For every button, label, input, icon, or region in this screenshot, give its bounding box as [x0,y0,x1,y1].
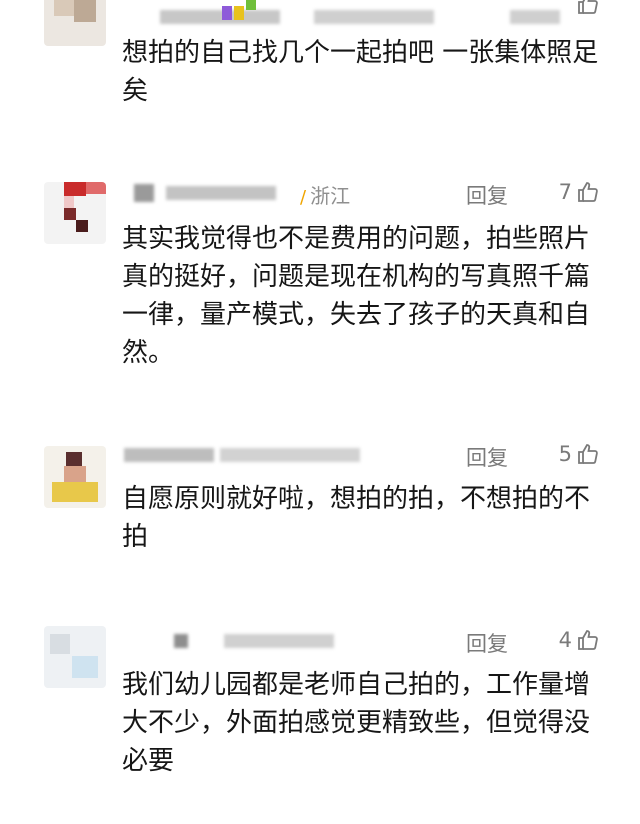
username-blurred [134,184,154,202]
location-mark-icon: / [300,187,307,208]
reply-button[interactable]: 回复 [466,628,508,658]
comment-text: 其实我觉得也不是费用的问题，拍些照片真的挺好，问题是现在机构的写真照千篇一律，量… [122,224,591,368]
avatar[interactable] [44,446,106,508]
like-button[interactable]: 5 [559,442,600,466]
badge-blurred [234,6,244,20]
like-count: 4 [558,628,572,652]
like-count: 5 [558,442,572,466]
username-blurred [166,186,276,200]
like-button[interactable]: 4 [559,628,600,652]
username-blurred [174,634,188,648]
thumbs-up-icon [578,630,598,650]
reply-button[interactable]: 回复 [466,180,508,210]
meta-blurred [224,634,334,648]
thumbs-up-icon [578,444,598,464]
comment-text: 自愿原则就好啦，想拍的拍，不想拍的不拍 [122,484,591,552]
like-button[interactable] [576,0,600,16]
location-tag: / 浙江 [300,184,351,208]
comment-meta: 回复 4 [124,628,624,658]
comment-meta: 回复 5 [124,442,624,472]
like-button[interactable]: 7 [559,180,600,204]
comment-text: 我们幼儿园都是老师自己拍的，工作量增大不少，外面拍感觉更精致些，但觉得没必要 [122,670,591,776]
comment-meta [124,0,624,34]
reply-button[interactable]: 回复 [466,442,508,472]
badge-blurred [222,6,232,20]
comment-meta: / 浙江 回复 7 [124,180,624,210]
comment-item: / 浙江 回复 7 其实我觉得也不是费用的问题，拍些照片真的挺好，问题是现在机构的… [0,178,640,378]
avatar[interactable] [44,626,106,688]
username-blurred [160,10,280,24]
username-blurred [124,448,214,462]
badge-blurred [246,0,256,10]
meta-blurred [510,10,560,24]
meta-blurred [220,448,360,462]
comment-item: 回复 4 我们幼儿园都是老师自己拍的，工作量增大不少，外面拍感觉更精致些，但觉得… [0,626,640,816]
like-count: 7 [558,180,572,204]
avatar[interactable] [44,0,106,46]
comment-item: 回复 5 自愿原则就好啦，想拍的拍，不想拍的不拍 [0,440,640,570]
comment-item: 想拍的自己找几个一起拍吧 一张集体照足矣 [0,0,640,130]
thumbs-up-icon [578,0,598,14]
meta-blurred [314,10,434,24]
avatar[interactable] [44,182,106,244]
thumbs-up-icon [578,182,598,202]
comment-text: 想拍的自己找几个一起拍吧 一张集体照足矣 [122,38,599,106]
